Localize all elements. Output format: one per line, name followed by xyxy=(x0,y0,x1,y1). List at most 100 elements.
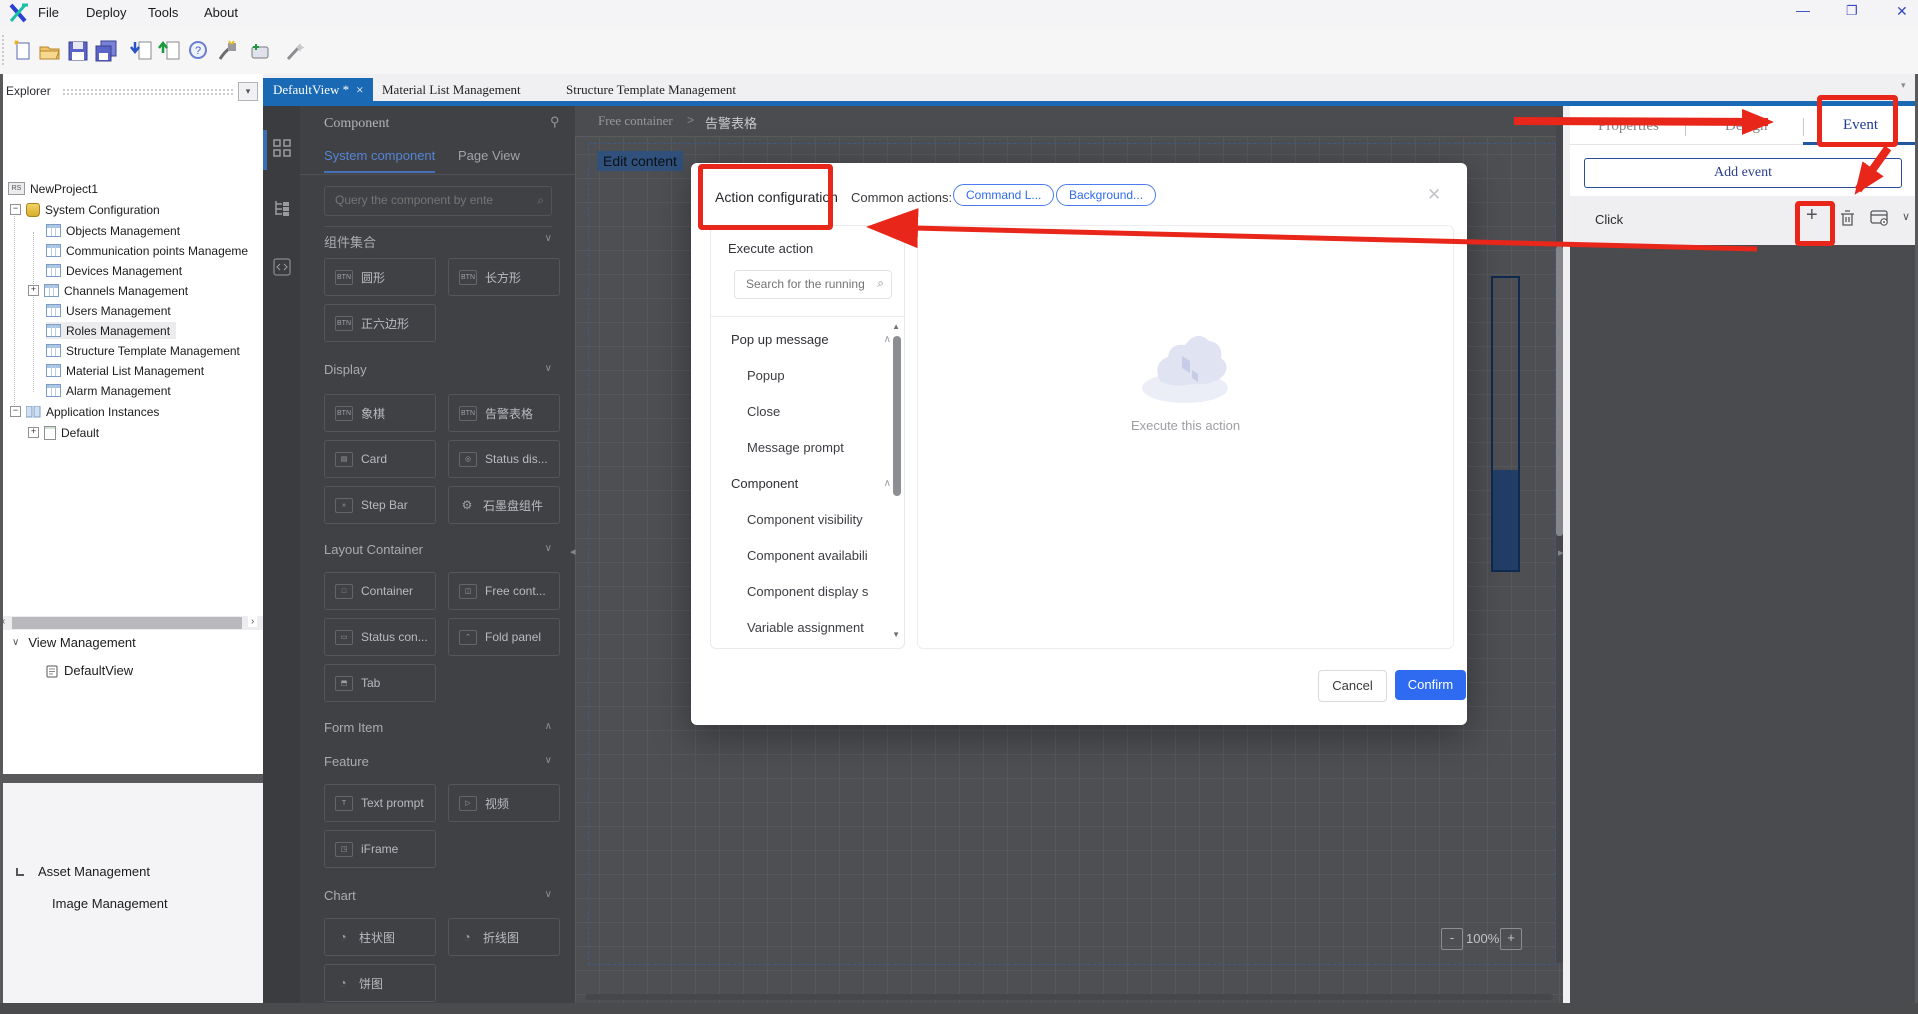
section-display[interactable]: Display ∨ xyxy=(324,362,554,377)
component-card-rectangle[interactable]: BTN 长方形 xyxy=(448,258,560,296)
zoom-out-button[interactable]: - xyxy=(1441,928,1463,950)
menu-file[interactable]: File xyxy=(38,5,59,20)
tab-defaultview[interactable]: DefaultView * × xyxy=(263,78,374,101)
section-layout-container[interactable]: Layout Container ∨ xyxy=(324,542,554,557)
component-card-status-container[interactable]: ▭ Status con... xyxy=(324,618,436,656)
component-card-status-display[interactable]: ◎ Status dis... xyxy=(448,440,560,478)
component-search[interactable]: ⌕ xyxy=(324,186,552,216)
tab-page-view[interactable]: Page View xyxy=(458,148,520,163)
tab-system-component[interactable]: System component xyxy=(324,148,436,173)
component-search-input[interactable] xyxy=(333,192,527,208)
component-card-alarm-table[interactable]: BTN 告警表格 xyxy=(448,394,560,432)
explorer-hscrollbar[interactable]: ‹ › xyxy=(0,616,263,630)
component-card-container[interactable]: □ Container xyxy=(324,572,436,610)
close-button[interactable]: ✕ xyxy=(1896,3,1908,20)
tab-close-icon[interactable]: × xyxy=(356,82,363,98)
tree-item-devices[interactable]: Devices Management xyxy=(46,262,182,279)
scroll-right-icon[interactable]: › xyxy=(248,616,258,627)
action-item-component-display[interactable]: Component display s xyxy=(747,584,887,599)
export-icon[interactable] xyxy=(158,39,182,63)
expand-icon[interactable]: + xyxy=(28,285,39,296)
tab-properties[interactable]: Properties xyxy=(1598,118,1659,135)
event-click-row[interactable]: Click + ∨ xyxy=(1570,196,1918,246)
menu-about[interactable]: About xyxy=(204,5,238,20)
component-card-card[interactable]: ▤ Card xyxy=(324,440,436,478)
expand-icon[interactable]: + xyxy=(28,427,39,438)
tree-item-channels[interactable]: + Channels Management xyxy=(28,282,188,299)
component-card-hexagon[interactable]: BTN 正六边形 xyxy=(324,304,436,342)
tree-item-material-list[interactable]: Material List Management xyxy=(46,362,204,379)
common-action-background[interactable]: Background... xyxy=(1056,184,1157,206)
open-project-icon[interactable] xyxy=(38,39,62,63)
tree-item-default[interactable]: + Default xyxy=(28,424,99,441)
tree-item-application-instances[interactable]: − Application Instances xyxy=(10,403,159,420)
tab-material-list[interactable]: Material List Management xyxy=(372,78,531,101)
scroll-thumb[interactable] xyxy=(12,617,242,629)
menu-deploy[interactable]: Deploy xyxy=(86,5,126,20)
collapse-right-handle[interactable]: ▸ xyxy=(1558,546,1564,559)
component-card-tab[interactable]: ⬒ Tab xyxy=(324,664,436,702)
action-item-variable-assignment[interactable]: Variable assignment xyxy=(747,620,887,635)
zoom-in-button[interactable]: + xyxy=(1500,928,1522,950)
tree-structure-icon[interactable] xyxy=(273,199,291,217)
save-icon[interactable] xyxy=(66,39,90,63)
confirm-button[interactable]: Confirm xyxy=(1395,670,1466,700)
tab-design[interactable]: Design xyxy=(1725,118,1768,135)
component-card-pie-chart[interactable]: ◔ 饼图 xyxy=(324,964,436,1002)
view-management-header[interactable]: ∨ View Management xyxy=(12,634,136,651)
tree-item-system-configuration[interactable]: − System Configuration xyxy=(10,201,160,218)
component-card-bar-chart[interactable]: ◔ 柱状图 xyxy=(324,918,436,956)
tree-item-alarm[interactable]: Alarm Management xyxy=(46,382,171,399)
restore-button[interactable]: ❐ xyxy=(1846,3,1858,19)
component-card-graphite-disk[interactable]: ⚙ 石墨盘组件 xyxy=(448,486,560,524)
action-group-popup-message[interactable]: Pop up message ∧ xyxy=(731,332,891,347)
tree-item-roles[interactable]: Roles Management xyxy=(46,322,177,339)
scroll-thumb[interactable] xyxy=(893,336,901,496)
action-item-component-visibility[interactable]: Component visibility xyxy=(747,512,887,527)
component-card-step-bar[interactable]: » Step Bar xyxy=(324,486,436,524)
section-form-item[interactable]: Form Item ∧ xyxy=(324,720,554,735)
asset-management-header[interactable]: Asset Management xyxy=(16,863,150,880)
tree-item-defaultview[interactable]: DefaultView xyxy=(46,662,133,679)
action-item-message-prompt[interactable]: Message prompt xyxy=(747,440,887,455)
dialog-close-icon[interactable]: ✕ xyxy=(1427,185,1441,205)
collapse-chevron-icon[interactable]: ∨ xyxy=(1902,210,1910,223)
action-item-component-availability[interactable]: Component availabili xyxy=(747,548,887,563)
action-search[interactable]: ⌕ xyxy=(734,270,892,299)
collapse-left-handle[interactable]: ◂ xyxy=(570,545,576,558)
action-group-component[interactable]: Component ∧ xyxy=(731,476,891,491)
component-card-text-prompt[interactable]: T Text prompt xyxy=(324,784,436,822)
tree-item-communication-points[interactable]: Communication points Manageme xyxy=(46,242,258,259)
tree-item-project[interactable]: RS NewProject1 xyxy=(8,180,98,197)
delete-icon[interactable] xyxy=(1840,210,1855,227)
pin-icon[interactable]: ⚲ xyxy=(550,114,560,130)
action-search-input[interactable] xyxy=(744,276,868,292)
section-collection[interactable]: 组件集合 ∨ xyxy=(324,232,554,251)
components-grid-icon[interactable] xyxy=(273,139,291,157)
import-icon[interactable] xyxy=(130,39,154,63)
collapse-icon[interactable]: − xyxy=(10,406,21,417)
component-card-circle[interactable]: BTN 圆形 xyxy=(324,258,436,296)
panel-splitter[interactable] xyxy=(0,774,263,783)
collapse-icon[interactable]: − xyxy=(10,204,21,215)
new-file-icon[interactable] xyxy=(12,39,36,63)
component-card-free-container[interactable]: ◫ Free cont... xyxy=(448,572,560,610)
component-card-video[interactable]: ▷ 视频 xyxy=(448,784,560,822)
common-action-command[interactable]: Command L... xyxy=(953,184,1055,206)
add-event-button[interactable]: Add event xyxy=(1584,158,1902,188)
tree-item-objects[interactable]: Objects Management xyxy=(46,222,180,239)
action-item-close[interactable]: Close xyxy=(747,404,887,419)
explorer-dropdown-button[interactable]: ▾ xyxy=(238,82,258,101)
cancel-button[interactable]: Cancel xyxy=(1318,670,1387,702)
selected-component-rect[interactable] xyxy=(1491,276,1520,572)
action-item-popup[interactable]: Popup xyxy=(747,368,887,383)
code-icon[interactable] xyxy=(273,258,291,276)
tree-item-image-management[interactable]: Image Management xyxy=(52,895,168,912)
component-card-iframe[interactable]: ◳ iFrame xyxy=(324,830,436,868)
connect-device-icon[interactable] xyxy=(214,39,238,63)
component-card-fold-panel[interactable]: ⌃ Fold panel xyxy=(448,618,560,656)
component-card-line-chart[interactable]: ◔ 折线图 xyxy=(448,918,560,956)
breadcrumb-current[interactable]: 告警表格 xyxy=(705,113,757,132)
scroll-down-icon[interactable]: ▼ xyxy=(892,630,900,639)
section-feature[interactable]: Feature ∨ xyxy=(324,754,554,769)
